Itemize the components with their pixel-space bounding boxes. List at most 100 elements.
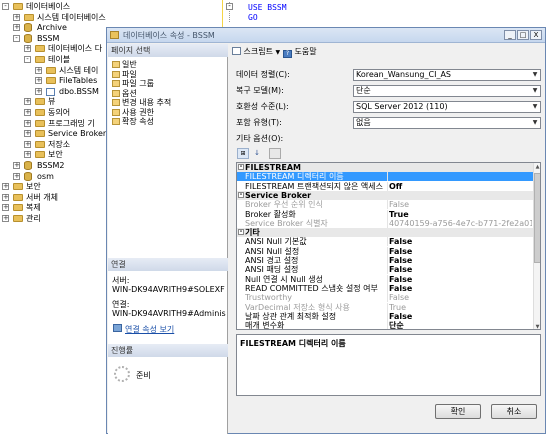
property-row[interactable]: FILESTREAM 디렉터리 이름 xyxy=(237,172,540,182)
page-extended-properties[interactable]: 확장 속성 xyxy=(112,117,154,126)
property-grid[interactable]: - FILESTREAM FILESTREAM 디렉터리 이름 FILESTREAM … xyxy=(236,162,541,330)
recovery-model-label: 복구 모델(M): xyxy=(236,86,284,95)
collapse-icon[interactable]: - xyxy=(238,164,244,170)
scroll-down-icon[interactable]: ▼ xyxy=(534,323,540,329)
scroll-thumb[interactable] xyxy=(534,173,540,263)
property-row[interactable]: Broker 활성화 True xyxy=(237,209,540,219)
folder-icon xyxy=(35,98,45,106)
property-row[interactable]: FILESTREAM 트랜잭션되지 않은 액세스 Off xyxy=(237,181,540,191)
page-icon xyxy=(112,99,120,106)
property-row[interactable]: 날짜 상관 관계 최적화 설정 False xyxy=(237,311,540,321)
property-row[interactable]: Trustworthy False xyxy=(237,293,540,303)
page-selector-pane: 페이지 선택 일반 파일 파일 그룹 옵션 변경 내용 추적 사용 권한 확장 속성 연결 … xyxy=(108,44,228,434)
collation-dropdown[interactable]: Korean_Wansung_CI_AS ▼ xyxy=(353,69,541,81)
property-value[interactable]: True xyxy=(387,302,532,312)
compatibility-level-dropdown[interactable]: SQL Server 2012 (110) ▼ xyxy=(353,101,541,113)
dropdown-arrow-icon: ▼ xyxy=(532,71,538,78)
view-connection-properties-link[interactable]: 연결 속성 보기 xyxy=(125,324,174,335)
query-editor[interactable]: - USE BSSM GO xyxy=(218,0,560,28)
collapse-icon[interactable]: - xyxy=(24,56,31,63)
expand-icon[interactable]: + xyxy=(13,13,20,21)
property-row[interactable]: VarDecimal 저장소 형식 사용 True xyxy=(237,302,540,312)
expand-icon[interactable]: + xyxy=(13,162,20,169)
property-row[interactable]: 매개 변수화 단순 xyxy=(237,321,540,329)
property-value[interactable]: 단순 xyxy=(387,321,532,329)
expand-icon[interactable]: + xyxy=(24,151,31,159)
expand-icon[interactable]: + xyxy=(24,109,31,116)
expand-icon[interactable]: + xyxy=(24,130,31,138)
editor-line-1: USE BSSM xyxy=(248,3,287,12)
dialog-titlebar[interactable]: 데이터베이스 속성 - BSSM _ □ X xyxy=(107,28,545,43)
collapse-icon[interactable]: - xyxy=(238,191,244,198)
expand-icon[interactable]: + xyxy=(2,215,9,222)
minimize-button[interactable]: _ xyxy=(504,30,516,40)
expand-icon[interactable]: + xyxy=(13,24,20,32)
property-value[interactable]: False xyxy=(387,200,532,210)
sort-alphabetical-icon[interactable]: ↓ xyxy=(251,148,263,159)
categorized-icon[interactable]: ⊞ xyxy=(237,148,249,159)
scroll-up-icon[interactable]: ▲ xyxy=(534,163,540,171)
property-row[interactable]: ANSI Null 기본값 False xyxy=(237,237,540,247)
property-value[interactable]: False xyxy=(387,283,532,293)
tree-item[interactable]: - 데이터베이스 xyxy=(0,1,218,12)
expand-icon[interactable]: + xyxy=(2,183,9,191)
property-pages-icon[interactable] xyxy=(269,148,281,159)
property-grid-scrollbar[interactable]: ▲ ▼ xyxy=(533,163,540,329)
property-value[interactable]: False xyxy=(387,256,532,265)
expand-icon[interactable]: + xyxy=(24,98,31,106)
page-options[interactable]: 옵션 xyxy=(112,89,137,98)
property-row[interactable]: Null 연결 시 Null 생성 False xyxy=(237,274,540,284)
folder-icon xyxy=(13,193,23,201)
expand-icon[interactable]: + xyxy=(2,204,9,212)
property-value[interactable]: False xyxy=(387,293,532,303)
property-value[interactable]: False xyxy=(387,311,532,321)
cancel-button[interactable]: 취소 xyxy=(491,404,537,419)
collapse-icon[interactable]: - xyxy=(238,229,244,236)
expand-icon[interactable]: + xyxy=(35,77,42,85)
property-value[interactable]: False xyxy=(387,237,532,247)
tree-item-label: osm xyxy=(37,171,54,181)
property-value[interactable]: Off xyxy=(387,181,532,191)
expand-icon[interactable]: + xyxy=(24,45,31,53)
tree-item-label: 테이블 xyxy=(48,55,71,64)
tree-item[interactable]: + 시스템 데이터베이스 xyxy=(0,12,218,23)
close-button[interactable]: X xyxy=(530,30,542,40)
page-filegroups[interactable]: 파일 그룹 xyxy=(112,79,154,88)
property-value[interactable]: True xyxy=(387,209,532,219)
property-value[interactable] xyxy=(387,172,532,182)
property-row[interactable]: Broker 우선 순위 인식 False xyxy=(237,200,540,210)
expand-icon[interactable]: + xyxy=(2,193,9,201)
expand-icon[interactable]: + xyxy=(24,119,31,127)
collapse-icon[interactable]: - xyxy=(2,3,9,10)
ok-button[interactable]: 확인 xyxy=(435,404,481,419)
expand-icon[interactable]: + xyxy=(13,172,20,180)
collapse-icon[interactable]: - xyxy=(13,34,20,42)
property-category[interactable]: - FILESTREAM xyxy=(237,163,540,172)
property-row[interactable]: ANSI 경고 설정 False xyxy=(237,256,540,265)
maximize-button[interactable]: □ xyxy=(517,30,529,40)
property-row[interactable]: READ COMMITTED 스냅숏 설정 여부 False xyxy=(237,283,540,293)
property-value[interactable]: False xyxy=(387,265,532,275)
expand-icon[interactable]: + xyxy=(24,140,31,148)
collapse-icon[interactable]: - xyxy=(226,3,233,10)
property-row[interactable]: ANSI Null 설정 False xyxy=(237,246,540,256)
property-category[interactable]: - Service Broker xyxy=(237,190,540,200)
tree-item-label: 데이터베이스 xyxy=(26,2,71,11)
expand-icon[interactable]: + xyxy=(35,66,42,74)
script-button[interactable]: 스크립트 ▼ xyxy=(232,45,280,59)
containment-type-dropdown[interactable]: 없음 ▼ xyxy=(353,117,541,129)
help-button[interactable]: ? 도움말 xyxy=(283,45,317,59)
property-row[interactable]: Service Broker 식별자 40740159-a756-4e7c-b77… xyxy=(237,218,540,228)
property-row[interactable]: ANSI 패딩 설정 False xyxy=(237,265,540,275)
property-name: ANSI Null 설정 xyxy=(245,246,300,256)
expand-icon[interactable]: + xyxy=(35,87,42,95)
property-value[interactable]: 40740159-a756-4e7c-b771-2fe2a01a8659 xyxy=(387,218,532,228)
page-general[interactable]: 일반 xyxy=(112,60,137,69)
property-value[interactable]: False xyxy=(387,246,532,256)
property-value[interactable]: False xyxy=(387,274,532,284)
page-files[interactable]: 파일 xyxy=(112,70,137,79)
page-change-tracking[interactable]: 변경 내용 추적 xyxy=(112,98,171,107)
recovery-model-dropdown[interactable]: 단순 ▼ xyxy=(353,85,541,97)
page-permissions[interactable]: 사용 권한 xyxy=(112,108,154,117)
property-category[interactable]: - 기타 xyxy=(237,228,540,238)
